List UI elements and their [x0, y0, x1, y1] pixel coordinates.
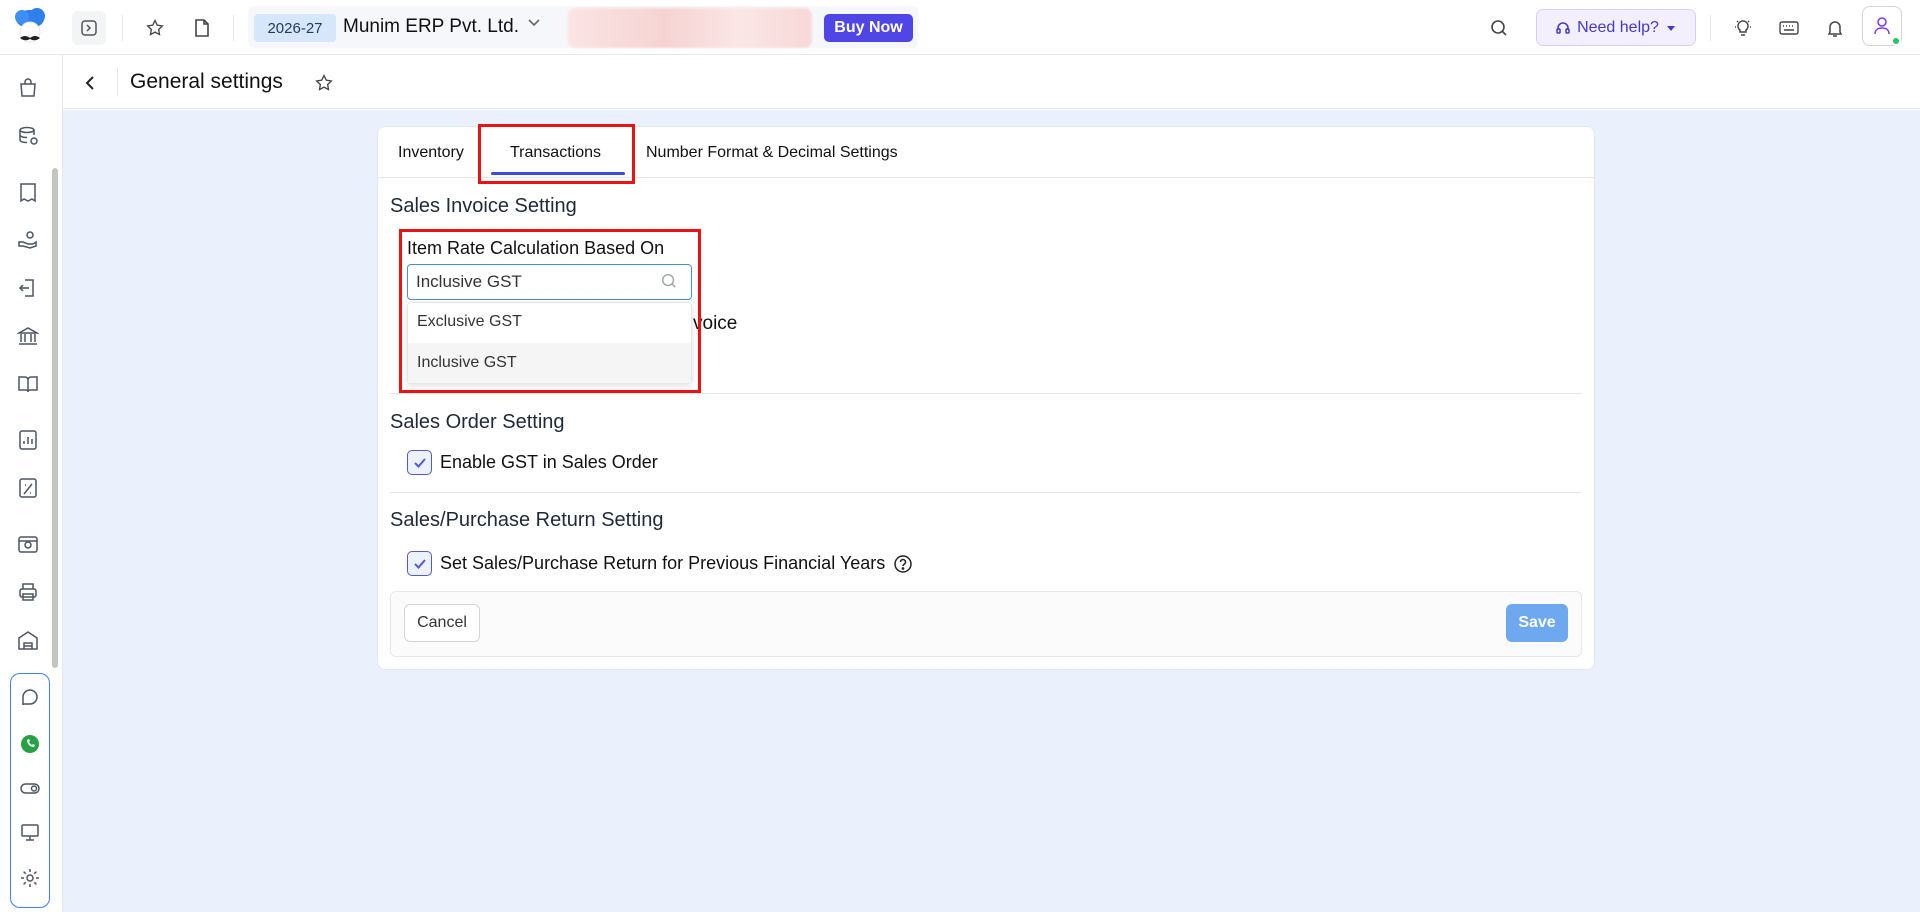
sidebar-item-warehouse-icon[interactable] [12, 624, 44, 656]
save-button[interactable]: Save [1506, 604, 1568, 642]
favorite-star-icon[interactable] [311, 70, 337, 96]
sidebar-item-receipt-icon[interactable] [12, 176, 44, 208]
enable-gst-sales-order-label: Enable GST in Sales Order [440, 452, 658, 472]
highlight-box-transactions-tab [478, 124, 635, 184]
need-help-button[interactable]: Need help? [1536, 9, 1696, 46]
keyboard-icon[interactable] [1772, 11, 1806, 45]
enable-gst-sales-order-row[interactable]: Enable GST in Sales Order [407, 450, 658, 475]
whatsapp-icon[interactable] [14, 728, 46, 760]
chat-bubble-icon[interactable] [14, 682, 46, 714]
munim-logo-icon[interactable] [10, 6, 50, 50]
search-icon[interactable] [1482, 11, 1516, 45]
divider [122, 15, 123, 41]
sidebar-item-book-icon[interactable] [12, 368, 44, 400]
financial-year-badge[interactable]: 2026-27 [254, 14, 336, 42]
cancel-button[interactable]: Cancel [404, 604, 480, 642]
enable-gst-sales-order-checkbox[interactable] [407, 450, 432, 475]
sidebar-item-database-icon[interactable] [12, 120, 44, 152]
highlight-box-item-rate-field [399, 229, 701, 393]
sidebar-item-bank-icon[interactable] [12, 320, 44, 352]
sidebar-item-printer-icon[interactable] [12, 576, 44, 608]
gear-icon[interactable] [14, 862, 46, 894]
headset-icon [1556, 21, 1570, 34]
need-help-label: Need help? [1577, 18, 1659, 36]
divider [117, 68, 118, 96]
notification-bell-icon[interactable] [1818, 11, 1852, 45]
lightbulb-icon[interactable] [1726, 11, 1760, 45]
document-icon[interactable] [185, 11, 219, 45]
checkmark-icon [413, 558, 426, 569]
company-name[interactable]: Munim ERP Pvt. Ltd. [343, 16, 519, 38]
caret-down-icon [1666, 25, 1675, 31]
user-icon [1874, 17, 1890, 35]
section-divider [390, 393, 1582, 394]
section-title-sales-order: Sales Order Setting [390, 411, 565, 433]
section-divider [390, 492, 1582, 493]
sidebar-item-hand-coin-icon[interactable] [12, 224, 44, 256]
buy-now-button[interactable]: Buy Now [824, 14, 913, 42]
help-question-icon[interactable] [893, 554, 913, 574]
divider [1710, 15, 1711, 41]
sidebar-item-exchange-icon[interactable] [12, 272, 44, 304]
page-title: General settings [130, 70, 283, 93]
sidebar-scrollbar[interactable] [52, 168, 58, 668]
monitor-icon[interactable] [14, 816, 46, 848]
sidebar-item-gst-document-icon[interactable] [12, 472, 44, 504]
section-title-return-setting: Sales/Purchase Return Setting [390, 509, 664, 531]
divider [233, 15, 234, 41]
section-title-sales-invoice: Sales Invoice Setting [390, 195, 577, 217]
page-header [63, 55, 1920, 109]
back-arrow-icon[interactable] [78, 70, 104, 96]
favorites-star-icon[interactable] [138, 11, 172, 45]
sidebar-item-report-chart-icon[interactable] [12, 424, 44, 456]
tab-number-format[interactable]: Number Format & Decimal Settings [646, 144, 898, 162]
previous-year-return-checkbox[interactable] [407, 551, 432, 576]
checkmark-icon [413, 457, 426, 468]
sidebar-toggle-icon[interactable] [72, 11, 106, 45]
sidebar-item-settings-box-icon[interactable] [12, 528, 44, 560]
toggle-switch-icon[interactable] [14, 772, 46, 804]
sidebar-item-shopping-bag-icon[interactable] [12, 72, 44, 104]
previous-year-return-row[interactable]: Set Sales/Purchase Return for Previous F… [407, 551, 913, 576]
form-footer [390, 591, 1582, 657]
blurred-redacted-area [568, 8, 812, 48]
online-status-indicator [1891, 36, 1901, 46]
chevron-down-icon[interactable] [526, 14, 542, 35]
tab-inventory[interactable]: Inventory [398, 144, 464, 162]
previous-year-return-label: Set Sales/Purchase Return for Previous F… [440, 553, 886, 573]
